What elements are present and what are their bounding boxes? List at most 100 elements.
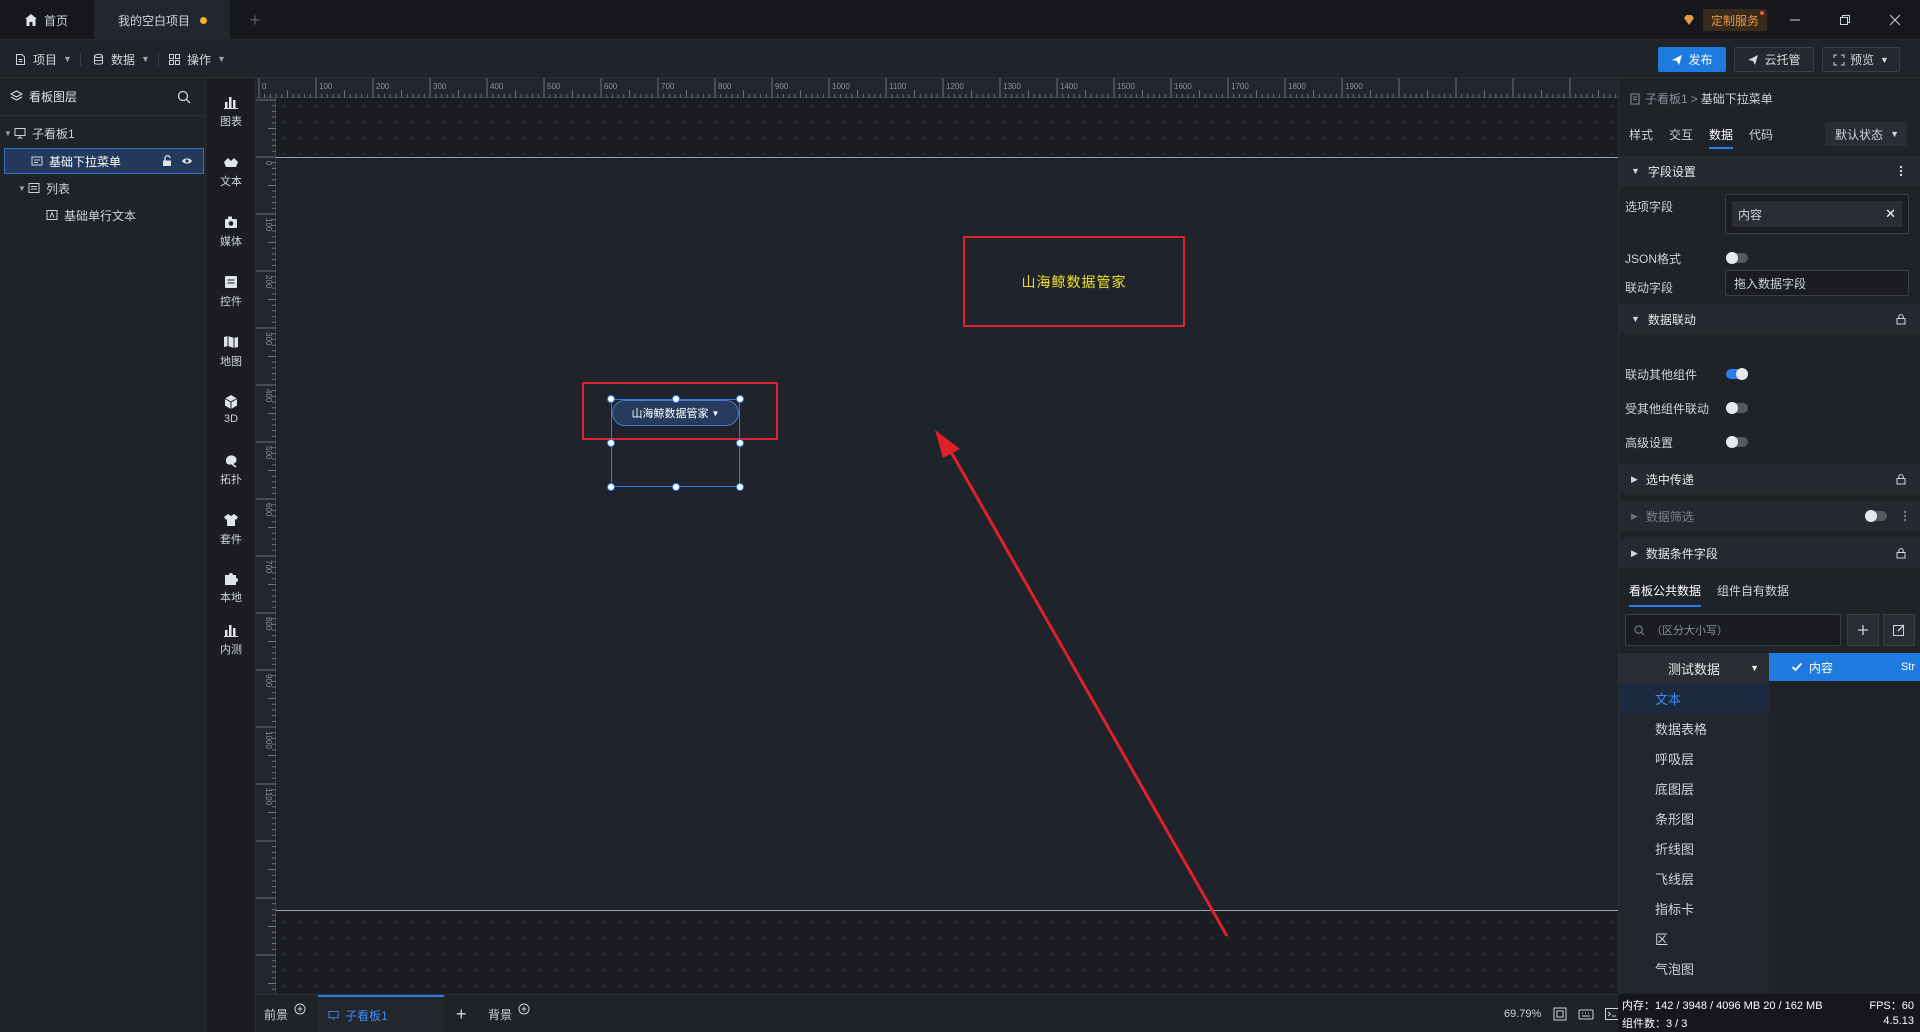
close-icon[interactable]: ✕ [1885,206,1896,222]
expand-arrow-icon[interactable]: ▼ [18,184,28,193]
section-data-linkage[interactable]: ▼ 数据联动 [1619,304,1920,334]
resize-handle[interactable] [607,439,615,447]
component-local[interactable]: 本地 [206,562,256,612]
component-topology[interactable]: 拓扑 [206,444,256,494]
restore-button[interactable] [1820,0,1870,40]
field-chip[interactable]: 内容 ✕ [1732,201,1902,227]
unlock-icon[interactable] [161,155,173,167]
add-data-button[interactable] [1847,614,1879,646]
component-suit[interactable]: 套件 [206,504,256,554]
title-text: 山海鲸数据管家 [1021,273,1127,290]
custom-service-button[interactable]: 定制服务 [1703,9,1768,31]
linked-by-other-toggle[interactable] [1726,402,1748,414]
component-control[interactable]: 控件 [206,266,256,316]
tab-data[interactable]: 数据 [1709,126,1734,149]
data-group-select[interactable]: 测试数据 ▼ [1619,653,1769,683]
ruler-vertical-ticks: 0 100 200 300 400 500 600 700 800 900 1000 1100 [256,99,276,990]
edit-data-button[interactable] [1883,614,1915,646]
resize-handle[interactable] [607,395,615,403]
component-3d[interactable]: 3D [206,384,256,434]
resize-handle[interactable] [607,483,615,491]
resize-handle[interactable] [672,395,680,403]
menu-project[interactable]: 项目 ▼ [14,40,72,78]
breadcrumb-parent[interactable]: 子看板1 [1645,90,1688,107]
component-chart[interactable]: 图表 [206,86,256,136]
data-source-item[interactable]: 文本 [1619,683,1769,713]
layer-item-text[interactable]: 基础单行文本 [4,202,204,228]
data-field-item[interactable]: 内容 Str [1769,653,1920,681]
tab-style[interactable]: 样式 [1629,126,1653,149]
section-field-settings[interactable]: ▼ 字段设置 [1619,156,1920,186]
tab-board-1[interactable]: 子看板1 [318,995,444,1032]
tab-interaction[interactable]: 交互 [1669,126,1693,149]
advanced-settings-toggle[interactable] [1726,436,1748,448]
layers-icon [10,90,23,101]
tab-public-data[interactable]: 看板公共数据 [1629,582,1702,607]
link-field-dropzone[interactable]: 拖入数据字段 [1725,270,1909,296]
preview-button[interactable]: 预览 ▼ [1822,47,1900,72]
dropdown-component[interactable]: 山海鲸数据管家 ▼ [612,400,739,426]
json-format-toggle[interactable] [1726,252,1748,264]
lock-icon[interactable] [1895,547,1907,559]
data-filter-toggle[interactable] [1865,510,1887,522]
data-search-input[interactable]: （区分大小写） [1625,614,1841,646]
close-window-button[interactable] [1870,0,1920,40]
fit-screen-icon[interactable] [1552,1006,1568,1022]
data-source-item[interactable]: 飞线层 [1619,863,1769,893]
link-other-toggle[interactable] [1726,368,1748,380]
data-source-item[interactable]: 区 [1619,923,1769,953]
foreground-tab[interactable]: 前景 [264,995,306,1032]
search-icon[interactable] [177,90,191,104]
data-source-item[interactable]: 呼吸层 [1619,743,1769,773]
ruler-vertical[interactable]: 0 100 200 300 400 500 600 700 800 900 1000 1100 [256,98,276,994]
lock-icon[interactable] [1895,313,1907,325]
menu-data[interactable]: 数据 ▼ [92,40,150,78]
data-source-item[interactable]: 指标卡 [1619,893,1769,923]
component-media[interactable]: 媒体 [206,206,256,256]
tab-own-data[interactable]: 组件自有数据 [1717,582,1789,607]
data-source-item[interactable]: 底图层 [1619,773,1769,803]
resize-handle[interactable] [736,395,744,403]
data-source-item[interactable]: 气泡图 [1619,953,1769,983]
add-board-button[interactable]: + [456,995,467,1032]
home-icon [25,14,37,26]
resize-handle[interactable] [672,483,680,491]
data-source-item[interactable]: 数据表格 [1619,713,1769,743]
lock-icon[interactable] [1895,473,1907,485]
chevron-down-icon: ▼ [217,54,226,64]
option-field-dropzone[interactable]: 内容 ✕ [1725,194,1909,234]
keyboard-icon[interactable] [1578,1006,1594,1022]
add-circle-icon[interactable] [518,1003,530,1015]
more-vertical-icon[interactable] [1895,165,1907,177]
section-data-filter[interactable]: ▶ 数据筛选 [1619,501,1920,531]
menu-operation[interactable]: 操作 ▼ [168,40,226,78]
layer-item-dropdown[interactable]: 基础下拉菜单 [4,148,204,174]
section-select-pass[interactable]: ▶ 选中传递 [1619,464,1920,494]
tab-home[interactable]: 首页 [24,0,94,40]
component-beta[interactable]: 内测 [206,614,256,664]
resize-handle[interactable] [736,483,744,491]
publish-button[interactable]: 发布 [1658,47,1726,72]
layer-item-list[interactable]: ▼ 列表 [4,175,204,201]
ruler-horizontal[interactable]: 0 100 200 300 400 500 600 700 800 900 1000 1100 1200… [256,78,1618,98]
cloud-hosting-button[interactable]: 云托管 [1734,47,1814,72]
tab-code[interactable]: 代码 [1749,126,1773,149]
minimize-button[interactable] [1770,0,1820,40]
component-map[interactable]: 地图 [206,326,256,376]
title-text-component[interactable]: 山海鲸数据管家 [963,236,1185,327]
expand-arrow-icon[interactable]: ▼ [4,129,14,138]
background-tab[interactable]: 背景 [488,995,530,1032]
component-text[interactable]: 文本 [206,146,256,196]
add-tab-button[interactable]: + [244,0,266,40]
zoom-level[interactable]: 69.79% [1504,995,1541,1032]
resize-handle[interactable] [736,439,744,447]
data-source-item[interactable]: 条形图 [1619,803,1769,833]
more-vertical-icon[interactable] [1899,510,1911,522]
eye-icon[interactable] [181,155,193,167]
layer-item-board[interactable]: ▼ 子看板1 [4,120,204,146]
section-data-condition[interactable]: ▶ 数据条件字段 [1619,538,1920,568]
add-circle-icon[interactable] [294,1003,306,1015]
state-select[interactable]: 默认状态 ▼ [1825,122,1907,146]
tab-project[interactable]: 我的空白项目 [94,0,230,40]
data-source-item[interactable]: 折线图 [1619,833,1769,863]
